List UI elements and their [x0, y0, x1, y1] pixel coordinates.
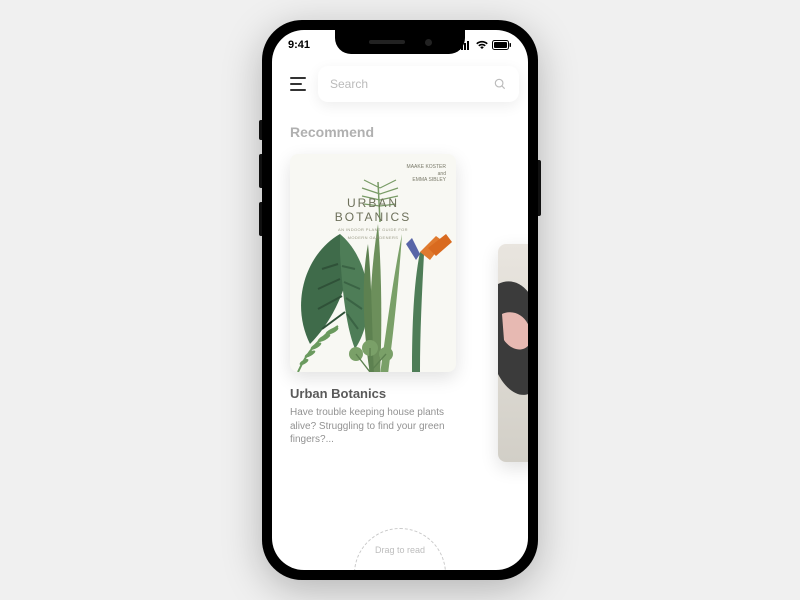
app-content: Recommend MAAKE KOSTER and EMMA SIBLEY U…	[272, 66, 528, 570]
menu-icon	[290, 77, 306, 79]
status-indicators	[458, 40, 512, 50]
wifi-icon	[475, 40, 489, 50]
top-bar	[290, 66, 510, 102]
plants-illustration	[290, 154, 456, 372]
book-title: Urban Botanics	[290, 386, 456, 401]
battery-icon	[492, 40, 512, 50]
next-card-peek[interactable]	[498, 244, 528, 462]
search-box[interactable]	[318, 66, 519, 102]
search-input[interactable]	[330, 77, 485, 91]
search-icon[interactable]	[493, 77, 507, 91]
book-description: Have trouble keeping house plants alive?…	[290, 406, 456, 447]
side-button-right	[538, 160, 541, 216]
book-cover[interactable]: MAAKE KOSTER and EMMA SIBLEY URBAN BOTAN…	[290, 154, 456, 372]
recommend-carousel[interactable]: MAAKE KOSTER and EMMA SIBLEY URBAN BOTAN…	[290, 154, 510, 447]
drag-to-read[interactable]: Drag to read	[354, 528, 446, 570]
menu-button[interactable]	[290, 77, 306, 91]
status-time: 9:41	[288, 39, 310, 51]
drag-label: Drag to read	[375, 545, 425, 555]
cover-title: URBAN BOTANICS AN INDOOR PLANT GUIDE FOR…	[335, 196, 411, 240]
notch	[335, 30, 465, 54]
phone-frame: 9:41 Recommend	[262, 20, 538, 580]
screen: 9:41 Recommend	[272, 30, 528, 570]
side-buttons-left	[259, 120, 262, 250]
section-title: Recommend	[290, 124, 510, 140]
book-card[interactable]: MAAKE KOSTER and EMMA SIBLEY URBAN BOTAN…	[290, 154, 456, 447]
